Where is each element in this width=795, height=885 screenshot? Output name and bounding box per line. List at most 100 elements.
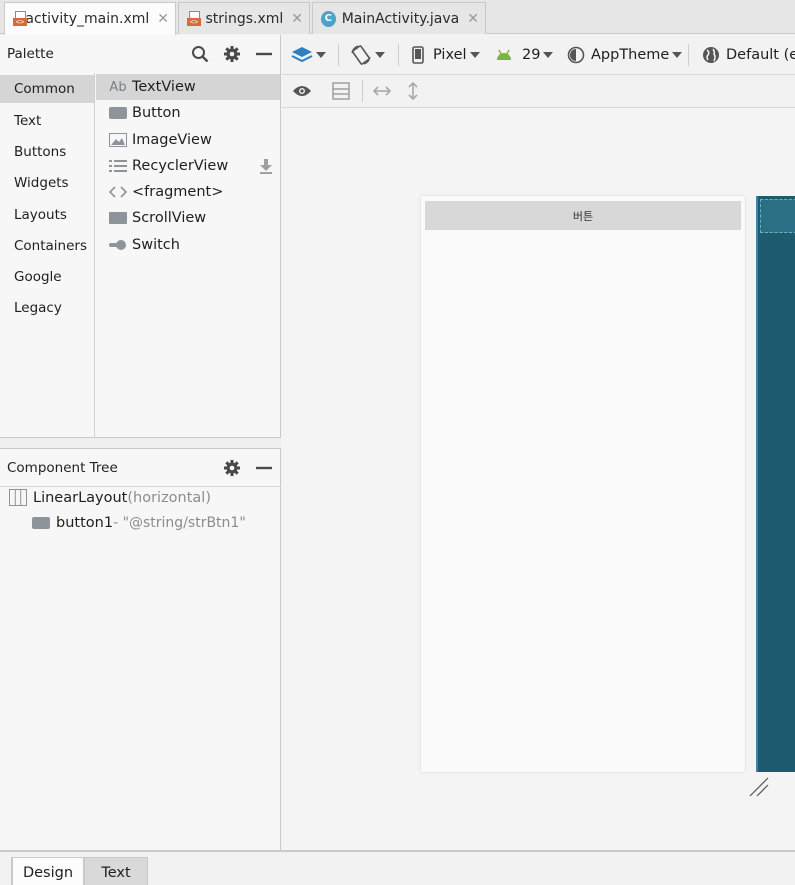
- linear-layout-icon: [9, 489, 27, 506]
- orientation-dropdown[interactable]: [350, 35, 385, 75]
- phone-icon: [412, 46, 424, 64]
- device-dropdown[interactable]: Pixel: [412, 35, 480, 75]
- layers-icon: [291, 47, 313, 63]
- xml-file-icon: <>: [187, 10, 201, 27]
- tab-label: MainActivity.java: [341, 10, 460, 27]
- recyclerview-icon: [109, 158, 127, 174]
- category-label: Layouts: [14, 207, 67, 223]
- chevron-down-icon: [543, 52, 554, 58]
- theme-dropdown[interactable]: AppTheme: [567, 35, 683, 75]
- preview-button1[interactable]: 버튼: [425, 201, 741, 230]
- device-screen-preview[interactable]: 버튼: [421, 196, 745, 772]
- blueprint-button1[interactable]: [760, 199, 795, 233]
- left-pane: Palette Common Text Buttons Widgets Layo…: [0, 35, 281, 850]
- minimize-icon[interactable]: [255, 459, 273, 477]
- theme-icon: [567, 46, 585, 64]
- palette-item-switch[interactable]: Switch: [96, 232, 280, 258]
- tab-edge: [0, 857, 12, 885]
- design-canvas[interactable]: 버튼: [282, 108, 795, 850]
- minimize-icon[interactable]: [255, 45, 273, 63]
- tab-strings-xml[interactable]: <> strings.xml ✕: [178, 2, 310, 34]
- palette-item-recyclerview[interactable]: RecyclerView: [96, 153, 280, 179]
- eye-icon[interactable]: [292, 84, 312, 98]
- palette-category-google[interactable]: Google: [0, 263, 94, 291]
- button-icon: [32, 517, 50, 529]
- textview-icon: Ab: [109, 79, 127, 95]
- tree-node-label: button1: [56, 515, 114, 531]
- editor-mode-tabs: Design Text: [0, 850, 795, 885]
- tab-activity-main-xml[interactable]: <> activity_main.xml ✕: [4, 2, 176, 35]
- tree-node-button1[interactable]: button1 - "@string/strBtn1": [32, 515, 246, 531]
- tree-node-detail: - "@string/strBtn1": [113, 515, 246, 531]
- tab-label: Text: [101, 864, 131, 881]
- palette-title: Palette: [7, 46, 54, 62]
- tab-design[interactable]: Design: [12, 857, 84, 885]
- api-label: 29: [522, 47, 541, 63]
- category-label: Google: [14, 269, 62, 285]
- item-label: TextView: [132, 79, 196, 95]
- palette-category-text[interactable]: Text: [0, 107, 94, 135]
- view-options-toolbar: [282, 75, 795, 108]
- chevron-down-icon: [375, 52, 385, 58]
- grid-layout-icon[interactable]: [332, 82, 350, 100]
- palette-item-scrollview[interactable]: ScrollView: [96, 205, 280, 231]
- button-icon: [109, 105, 127, 121]
- component-tree-header: Component Tree: [0, 449, 281, 487]
- category-label: Text: [14, 113, 42, 129]
- switch-icon: [109, 237, 127, 253]
- palette-item-button[interactable]: Button: [96, 100, 280, 126]
- item-label: RecyclerView: [132, 158, 229, 174]
- blueprint-preview[interactable]: [756, 196, 795, 772]
- chevron-down-icon: [469, 52, 480, 58]
- download-icon[interactable]: [259, 158, 273, 174]
- gear-icon[interactable]: [223, 459, 241, 477]
- item-label: Switch: [132, 237, 180, 253]
- vertical-resize-icon[interactable]: [406, 81, 420, 101]
- api-level-dropdown[interactable]: 29: [495, 35, 554, 75]
- theme-label: AppTheme: [591, 47, 670, 63]
- palette-category-containers[interactable]: Containers: [0, 232, 94, 260]
- gear-icon[interactable]: [223, 45, 241, 63]
- close-icon[interactable]: ✕: [467, 11, 479, 27]
- category-label: Buttons: [14, 144, 67, 160]
- tree-node-detail: (horizontal): [127, 489, 211, 506]
- category-label: Widgets: [14, 175, 69, 191]
- horizontal-resize-icon[interactable]: [372, 84, 392, 98]
- category-label: Common: [14, 81, 75, 97]
- editor-tab-bar: <> activity_main.xml ✕ <> strings.xml ✕ …: [0, 0, 795, 35]
- tree-node-label: LinearLayout: [33, 489, 128, 506]
- tab-mainactivity-java[interactable]: C MainActivity.java ✕: [312, 2, 486, 34]
- preview-button-label: 버튼: [572, 209, 594, 223]
- close-icon[interactable]: ✕: [157, 11, 169, 27]
- search-icon[interactable]: [191, 45, 209, 63]
- design-surface-dropdown[interactable]: [291, 35, 326, 75]
- palette-item-list: Ab TextView Button ImageView RecyclerVie…: [96, 73, 280, 437]
- palette-item-textview[interactable]: Ab TextView: [96, 74, 280, 100]
- palette-category-widgets[interactable]: Widgets: [0, 169, 94, 197]
- scrollview-icon: [109, 210, 127, 226]
- panel-splitter[interactable]: [0, 437, 281, 449]
- palette-category-buttons[interactable]: Buttons: [0, 138, 94, 166]
- xml-file-icon: <>: [13, 11, 27, 27]
- android-icon: [497, 49, 511, 60]
- palette-item-imageview[interactable]: ImageView: [96, 127, 280, 153]
- component-tree-title: Component Tree: [7, 459, 118, 476]
- locale-label: Default (e: [726, 47, 795, 63]
- tab-label: Design: [22, 864, 74, 881]
- palette-category-layouts[interactable]: Layouts: [0, 201, 94, 229]
- tree-node-linearlayout[interactable]: LinearLayout (horizontal): [9, 489, 211, 506]
- chevron-down-icon: [672, 52, 683, 58]
- item-label: <fragment>: [132, 184, 224, 200]
- tab-label: activity_main.xml: [25, 11, 150, 27]
- chevron-down-icon: [316, 52, 326, 58]
- locale-dropdown[interactable]: Default (e: [702, 35, 795, 75]
- tab-text[interactable]: Text: [84, 857, 148, 885]
- item-label: ImageView: [132, 132, 212, 148]
- device-label: Pixel: [433, 47, 467, 63]
- palette-category-common[interactable]: Common: [0, 75, 94, 103]
- resize-handle-icon[interactable]: [748, 776, 770, 798]
- palette-item-fragment[interactable]: <fragment>: [96, 179, 280, 205]
- palette-category-legacy[interactable]: Legacy: [0, 294, 94, 322]
- java-class-icon: C: [321, 10, 336, 27]
- close-icon[interactable]: ✕: [291, 11, 303, 27]
